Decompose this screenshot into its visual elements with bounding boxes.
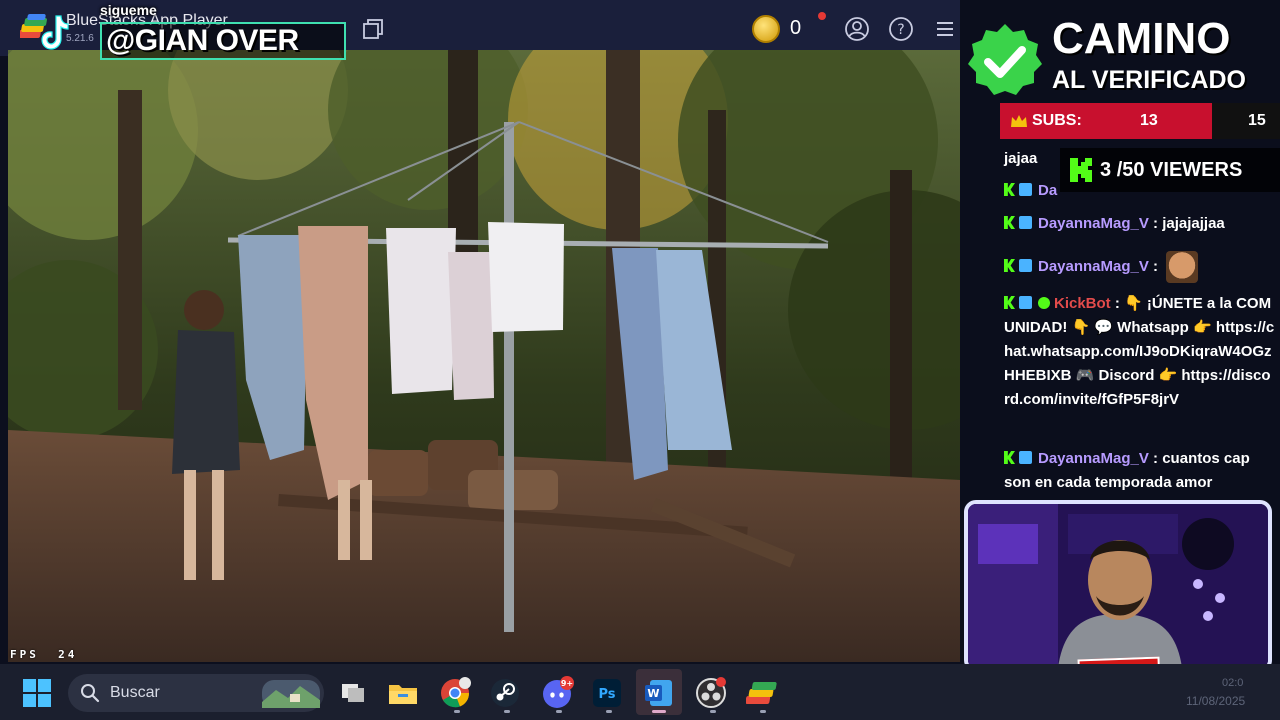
kick-badge-icon	[1004, 451, 1015, 464]
word-icon[interactable]: W	[642, 676, 676, 710]
taskbar-running-indicator	[504, 710, 510, 713]
kick-badge-icon	[1004, 258, 1015, 272]
kick-badge-icon	[1004, 216, 1015, 229]
viewers-count: 3 /50 VIEWERS	[1100, 159, 1242, 182]
verified-badge-icon	[1038, 297, 1050, 309]
fps-label: FPS	[10, 648, 39, 661]
subscriber-badge-icon	[1019, 183, 1032, 196]
task-view-icon[interactable]	[336, 676, 370, 710]
chat-message: DayannaMag_V :	[1004, 251, 1276, 283]
clock-date[interactable]: 11/08/2025	[1186, 694, 1245, 708]
subscriber-badge-icon	[1019, 258, 1032, 272]
tiktok-logo-icon	[41, 15, 69, 50]
fps-value: 24	[58, 648, 78, 661]
kick-badge-icon	[1004, 296, 1015, 309]
taskbar-active-indicator	[652, 710, 666, 713]
campaign-title-line2: AL VERIFICADO	[1052, 66, 1246, 94]
file-explorer-icon[interactable]	[386, 676, 420, 710]
chat-message: KickBot : 👇 ¡ÚNETE a la COMUNIDAD! 👇 💬 W…	[1004, 292, 1276, 412]
subs-goal-bar: SUBS: 13 15	[1000, 103, 1280, 139]
bluestacks-taskbar-icon[interactable]	[746, 676, 780, 710]
chat-user[interactable]: DayannaMag_V	[1038, 450, 1149, 467]
video-frame	[8, 50, 960, 662]
chat-sep: :	[1153, 257, 1159, 275]
svg-text:?: ?	[897, 22, 904, 38]
bot-badge-icon	[1019, 296, 1032, 309]
chrome-icon[interactable]	[438, 676, 472, 710]
chat-text: jajajajjaa	[1162, 215, 1225, 232]
chat-text: jajaa	[1004, 150, 1038, 167]
webcam-feed	[964, 500, 1272, 672]
screen: BlueStacks App Player 5.21.6 0 ? sigueme…	[0, 0, 1280, 720]
coin-count: 0	[790, 17, 802, 39]
chat-sep: :	[1114, 295, 1120, 312]
follow-label: sigueme	[100, 2, 157, 18]
chat-user[interactable]: DayannaMag_V	[1038, 258, 1149, 275]
crown-icon	[1011, 115, 1027, 127]
discord-badge: 9+	[561, 679, 573, 688]
clock-time[interactable]: 02:0	[1222, 677, 1243, 689]
menu-icon[interactable]	[932, 16, 958, 42]
tiktok-handle: @GIAN OVER	[106, 24, 299, 57]
subs-goal: 15	[1248, 112, 1266, 129]
viewers-current: 3	[1100, 159, 1112, 181]
search-highlight-icon	[262, 680, 320, 708]
photoshop-icon[interactable]: Ps	[590, 676, 624, 710]
chat-message: DayannaMag_V : jajajajjaa	[1004, 212, 1276, 236]
chat-text: 👇 ¡ÚNETE a la COMUNIDAD! 👇 💬 Whatsapp 👉 …	[1004, 295, 1275, 408]
chat-user[interactable]: KickBot	[1054, 295, 1111, 312]
verified-check-icon	[968, 24, 1042, 95]
taskbar-running-indicator	[710, 710, 716, 713]
kick-logo-icon	[1070, 158, 1092, 182]
chat-sep: :	[1153, 450, 1159, 467]
steam-icon[interactable]	[488, 676, 522, 710]
windows-start-icon[interactable]	[22, 678, 52, 708]
discord-icon[interactable]: 9+	[540, 676, 574, 710]
search-input[interactable]: Buscar	[110, 684, 160, 702]
chat-user[interactable]: Da	[1038, 182, 1057, 199]
chat-sep: :	[1153, 215, 1159, 232]
taskbar-running-indicator	[556, 710, 562, 713]
app-version: 5.21.6	[66, 33, 94, 44]
subs-label: SUBS:	[1032, 112, 1082, 129]
chat-message: DayannaMag_V : cuantos cap son en cada t…	[1004, 447, 1276, 495]
subscriber-badge-icon	[1019, 451, 1032, 464]
viewers-goal: 3 /50 VIEWERS	[1060, 148, 1280, 192]
obs-icon[interactable]	[694, 676, 728, 710]
fps-counter: FPS 24	[10, 648, 77, 661]
kick-badge-icon	[1004, 183, 1015, 196]
viewers-goal-text: 50 VIEWERS	[1122, 159, 1243, 181]
multi-instance-icon[interactable]	[362, 18, 384, 40]
chat-user[interactable]: DayannaMag_V	[1038, 215, 1149, 232]
account-icon[interactable]	[844, 16, 870, 42]
coin-icon[interactable]	[752, 15, 780, 43]
taskbar-running-indicator	[760, 710, 766, 713]
help-icon[interactable]: ?	[888, 16, 914, 42]
search-icon	[81, 684, 100, 703]
campaign-title-line1: CAMINO	[1052, 14, 1231, 63]
word-label: W	[647, 687, 659, 700]
ps-label: Ps	[598, 687, 615, 702]
notification-dot	[818, 12, 826, 20]
emote-icon	[1166, 251, 1199, 283]
taskbar-running-indicator	[606, 710, 612, 713]
subs-current: 13	[1140, 112, 1158, 129]
taskbar-running-indicator	[454, 710, 460, 713]
subscriber-badge-icon	[1019, 216, 1032, 229]
